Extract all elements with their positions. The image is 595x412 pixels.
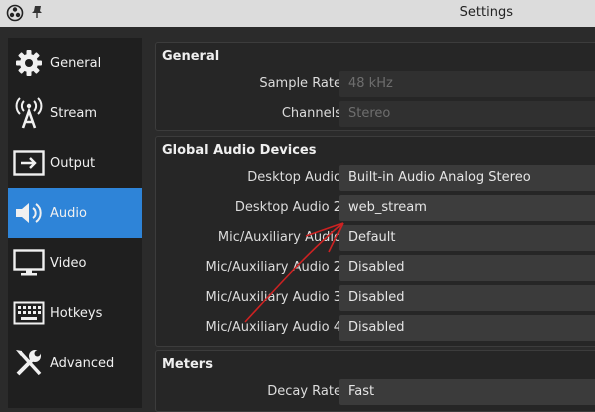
sidebar-item-stream[interactable]: Stream [8, 88, 142, 138]
app-logo-icon [6, 4, 24, 26]
channels-label: Channels [281, 106, 342, 121]
window-title: Settings [459, 5, 513, 20]
sidebar-item-video[interactable]: Video [8, 238, 142, 288]
sidebar-item-output[interactable]: Output [8, 138, 142, 188]
decay-rate-label: Decay Rate [267, 384, 342, 399]
antenna-icon [8, 88, 50, 138]
sidebar-item-advanced[interactable]: Advanced [8, 338, 142, 388]
sidebar-item-label: Audio [50, 205, 87, 221]
desktop-audio-label: Desktop Audio [247, 170, 342, 185]
settings-sidebar: General Stream Output Audio Video Hotkey… [8, 38, 142, 408]
pin-icon[interactable] [30, 4, 44, 24]
desktop-audio-2-label: Desktop Audio 2 [234, 200, 342, 215]
sidebar-item-label: Output [50, 155, 96, 171]
title-bar: Settings [0, 0, 595, 27]
mic-aux-audio-3-select[interactable]: Disabled [339, 285, 595, 311]
sidebar-item-general[interactable]: General [8, 38, 142, 88]
sidebar-item-label: Advanced [50, 355, 115, 371]
output-icon [8, 138, 50, 188]
mic-aux-audio-2-label: Mic/Auxiliary Audio 2 [205, 260, 342, 275]
sidebar-item-label: Hotkeys [50, 305, 103, 321]
general-group: General Sample Rate 48 kHz Channels Ster… [155, 42, 595, 131]
settings-content: General Sample Rate 48 kHz Channels Ster… [142, 27, 595, 412]
sidebar-item-label: Video [50, 255, 87, 271]
global-audio-devices-group: Global Audio Devices Desktop Audio Built… [155, 136, 595, 347]
tools-icon [8, 338, 50, 388]
mic-aux-audio-label: Mic/Auxiliary Audio [217, 230, 342, 245]
desktop-audio-select[interactable]: Built-in Audio Analog Stereo [339, 165, 595, 191]
mic-aux-audio-4-select[interactable]: Disabled [339, 315, 595, 341]
mic-aux-audio-4-label: Mic/Auxiliary Audio 4 [205, 320, 342, 335]
sidebar-item-label: General [50, 55, 102, 71]
sample-rate-label: Sample Rate [259, 76, 342, 91]
keyboard-icon [8, 288, 50, 338]
mic-aux-audio-3-label: Mic/Auxiliary Audio 3 [205, 290, 342, 305]
sample-rate-field: 48 kHz [339, 71, 595, 97]
monitor-icon [8, 238, 50, 288]
desktop-audio-2-select[interactable]: web_stream [339, 195, 595, 221]
sidebar-item-audio[interactable]: Audio [8, 188, 142, 238]
meters-group: Meters Decay Rate Fast [155, 350, 595, 412]
mic-aux-audio-select[interactable]: Default [339, 225, 595, 251]
mic-aux-audio-2-select[interactable]: Disabled [339, 255, 595, 281]
gear-icon [8, 38, 50, 88]
channels-field: Stereo [339, 101, 595, 127]
group-title: Meters [162, 357, 213, 372]
decay-rate-select[interactable]: Fast [339, 379, 595, 405]
group-title: General [162, 49, 220, 64]
sidebar-item-hotkeys[interactable]: Hotkeys [8, 288, 142, 338]
group-title: Global Audio Devices [162, 143, 317, 158]
speaker-icon [8, 188, 50, 238]
sidebar-item-label: Stream [50, 105, 98, 121]
